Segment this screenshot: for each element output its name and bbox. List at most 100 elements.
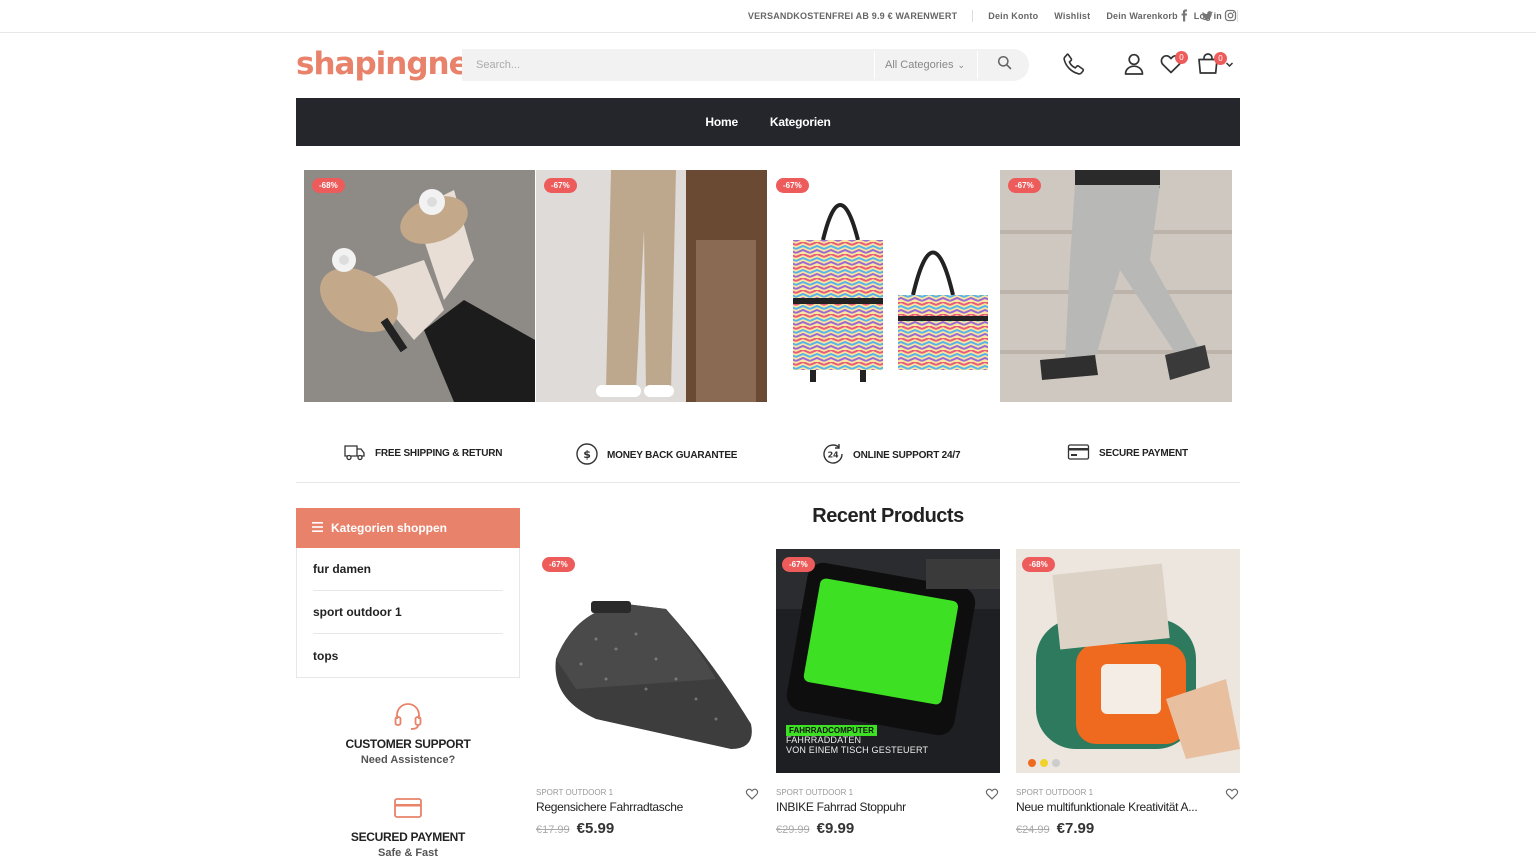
- discount-badge: -67%: [776, 178, 809, 193]
- color-swatches: [1028, 759, 1060, 767]
- section-title: Recent Products: [812, 505, 964, 527]
- image-caption-line: VON EINEM TISCH GESTEUERT: [786, 745, 929, 755]
- twitter-icon[interactable]: [1201, 9, 1214, 22]
- payment-subtitle: Safe & Fast: [378, 847, 438, 859]
- discount-badge: -67%: [1008, 178, 1041, 193]
- top-links: VERSANDKOSTENFREI AB 9.9 € WARENWERT Dei…: [748, 0, 1238, 32]
- banner-bags[interactable]: -67%: [768, 170, 999, 402]
- feature-support: 24 ONLINE SUPPORT 24/7: [821, 442, 961, 469]
- bags-image: [793, 203, 988, 382]
- feature-label: ONLINE SUPPORT 24/7: [853, 450, 961, 461]
- site-logo[interactable]: shapingnew: [296, 46, 462, 86]
- cart-button[interactable]: 0: [1195, 52, 1241, 80]
- user-icon: [1122, 52, 1146, 81]
- product-image[interactable]: FAHRRADCOMPUTER FAHRRADDATEN VON EINEM T…: [776, 549, 1000, 773]
- support-24-icon: 24: [821, 442, 845, 469]
- divider: [1237, 10, 1238, 22]
- old-price: €29.99: [776, 824, 810, 836]
- product-price: €29.99 €9.99: [776, 820, 854, 837]
- main-nav: Home Kategorien: [296, 98, 1240, 146]
- feature-payment: SECURE PAYMENT: [1067, 442, 1188, 465]
- heart-icon: [985, 788, 999, 805]
- search-input[interactable]: [462, 49, 874, 81]
- current-price: €9.99: [816, 820, 855, 837]
- discount-badge: -67%: [542, 557, 575, 572]
- product-name[interactable]: Regensichere Fahrradtasche: [536, 800, 716, 814]
- wishlist-button[interactable]: 0: [1157, 51, 1188, 80]
- product-category[interactable]: SPORT OUTDOOR 1: [776, 788, 853, 797]
- customer-support-block: CUSTOMER SUPPORT Need Assistence?: [296, 700, 520, 766]
- divider: [972, 10, 974, 22]
- shop-categories-header[interactable]: Kategorien shoppen: [296, 508, 520, 548]
- headset-icon: [392, 703, 424, 736]
- category-select[interactable]: All Categories ⌄: [874, 51, 978, 79]
- banner-joggers[interactable]: -67%: [1000, 170, 1232, 402]
- wishlist-count-badge: 0: [1175, 51, 1188, 64]
- category-item-sport-outdoor[interactable]: sport outdoor 1: [313, 591, 503, 634]
- secured-payment-block: SECURED PAYMENT Safe & Fast: [296, 795, 520, 859]
- social-links: [1178, 9, 1237, 22]
- product-name[interactable]: Neue multifunktionale Kreativität A...: [1016, 800, 1212, 814]
- credit-card-icon: [393, 798, 423, 825]
- account-button[interactable]: [1120, 52, 1148, 80]
- add-to-wishlist-button[interactable]: [1225, 787, 1239, 801]
- wishlist-link[interactable]: Wishlist: [1054, 11, 1090, 21]
- facebook-icon[interactable]: [1178, 9, 1191, 22]
- cart-link[interactable]: Dein Warenkorb: [1106, 11, 1177, 21]
- phone-button[interactable]: [1060, 52, 1088, 80]
- dollar-circle-icon: $: [575, 442, 599, 469]
- svg-text:$: $: [583, 448, 590, 461]
- add-to-wishlist-button[interactable]: [745, 787, 759, 801]
- product-price: €17.99 €5.99: [536, 820, 614, 837]
- discount-badge: -67%: [544, 178, 577, 193]
- phone-icon: [1061, 51, 1087, 82]
- search-button[interactable]: [982, 49, 1026, 81]
- search-bar: All Categories ⌄: [462, 49, 1029, 81]
- heart-icon: [1225, 788, 1239, 805]
- color-swatch[interactable]: [1052, 759, 1060, 767]
- shop-categories-title: Kategorien shoppen: [331, 521, 448, 535]
- sandals-image: [304, 170, 535, 402]
- category-list: fur damen sport outdoor 1 tops: [296, 548, 520, 678]
- cart-count-badge: 0: [1214, 52, 1227, 65]
- category-item-fur-damen[interactable]: fur damen: [313, 548, 503, 591]
- current-price: €5.99: [576, 820, 615, 837]
- discount-badge: -68%: [312, 178, 345, 193]
- instagram-icon[interactable]: [1224, 9, 1237, 22]
- payment-card-icon: [1067, 442, 1091, 465]
- support-title: CUSTOMER SUPPORT: [345, 737, 471, 751]
- feature-money-back: $ MONEY BACK GUARANTEE: [575, 442, 737, 469]
- product-category[interactable]: SPORT OUTDOOR 1: [536, 788, 613, 797]
- add-to-wishlist-button[interactable]: [985, 787, 999, 801]
- feature-shipping: FREE SHIPPING & RETURN: [343, 442, 502, 465]
- truck-icon: [343, 442, 367, 465]
- tissue-box-image: [1016, 549, 1240, 773]
- feature-label: FREE SHIPPING & RETURN: [375, 448, 503, 459]
- banner-sandals[interactable]: -68%: [304, 170, 535, 402]
- support-subtitle: Need Assistence?: [360, 754, 456, 766]
- account-link[interactable]: Dein Konto: [988, 11, 1038, 21]
- feature-label: MONEY BACK GUARANTEE: [607, 450, 738, 461]
- banner-trousers[interactable]: -67%: [536, 170, 767, 402]
- product-price: €24.99 €7.99: [1016, 820, 1094, 837]
- category-item-tops[interactable]: tops: [313, 634, 503, 677]
- product-image[interactable]: -68%: [1016, 549, 1240, 773]
- color-swatch[interactable]: [1040, 759, 1048, 767]
- joggers-image: [1000, 170, 1232, 402]
- nav-home[interactable]: Home: [705, 115, 738, 129]
- discount-badge: -67%: [782, 557, 815, 572]
- product-category[interactable]: SPORT OUTDOOR 1: [1016, 788, 1093, 797]
- heart-icon: [745, 788, 759, 805]
- product-name[interactable]: INBIKE Fahrrad Stoppuhr: [776, 800, 956, 814]
- old-price: €17.99: [536, 824, 570, 836]
- chevron-down-icon: [1225, 60, 1234, 72]
- search-icon: [997, 55, 1012, 75]
- color-swatch[interactable]: [1028, 759, 1036, 767]
- feature-bar: FREE SHIPPING & RETURN $ MONEY BACK GUAR…: [296, 437, 1240, 483]
- discount-badge: -68%: [1022, 557, 1055, 572]
- feature-label: SECURE PAYMENT: [1099, 448, 1188, 459]
- menu-icon: [312, 521, 323, 535]
- nav-categories[interactable]: Kategorien: [770, 115, 831, 129]
- trousers-image: [536, 170, 767, 402]
- product-image[interactable]: -67%: [536, 549, 760, 773]
